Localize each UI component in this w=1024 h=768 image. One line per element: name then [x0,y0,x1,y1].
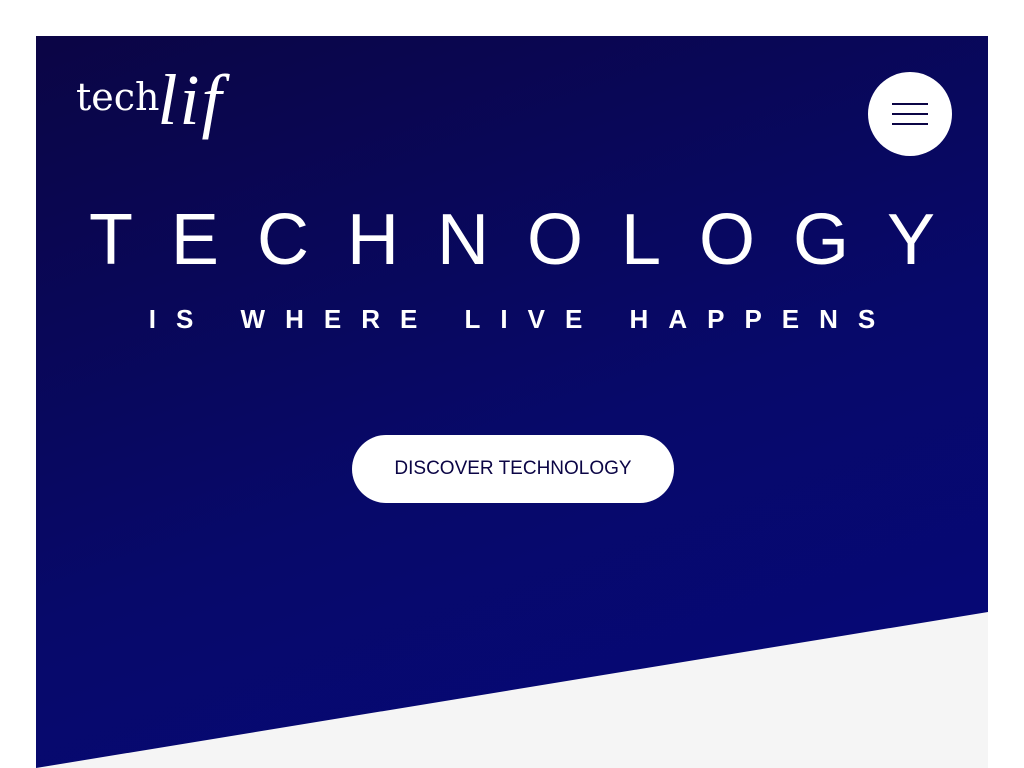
hero-diagonal-divider [36,612,988,768]
page: tech lif TECHNOLOGY IS WHERE LIVE HAPPEN… [0,0,1024,768]
hero-section: tech lif TECHNOLOGY IS WHERE LIVE HAPPEN… [36,36,988,768]
hero-subtitle: IS WHERE LIVE HAPPENS [148,304,896,334]
site-logo[interactable]: tech lif [76,64,224,136]
menu-button[interactable] [868,72,952,156]
logo-text-lif: lif [157,60,224,140]
logo-text-tech: tech [76,75,160,119]
hero-title: TECHNOLOGY [88,200,974,280]
discover-technology-button[interactable]: DISCOVER TECHNOLOGY [352,435,674,503]
hamburger-menu-icon [892,103,928,125]
